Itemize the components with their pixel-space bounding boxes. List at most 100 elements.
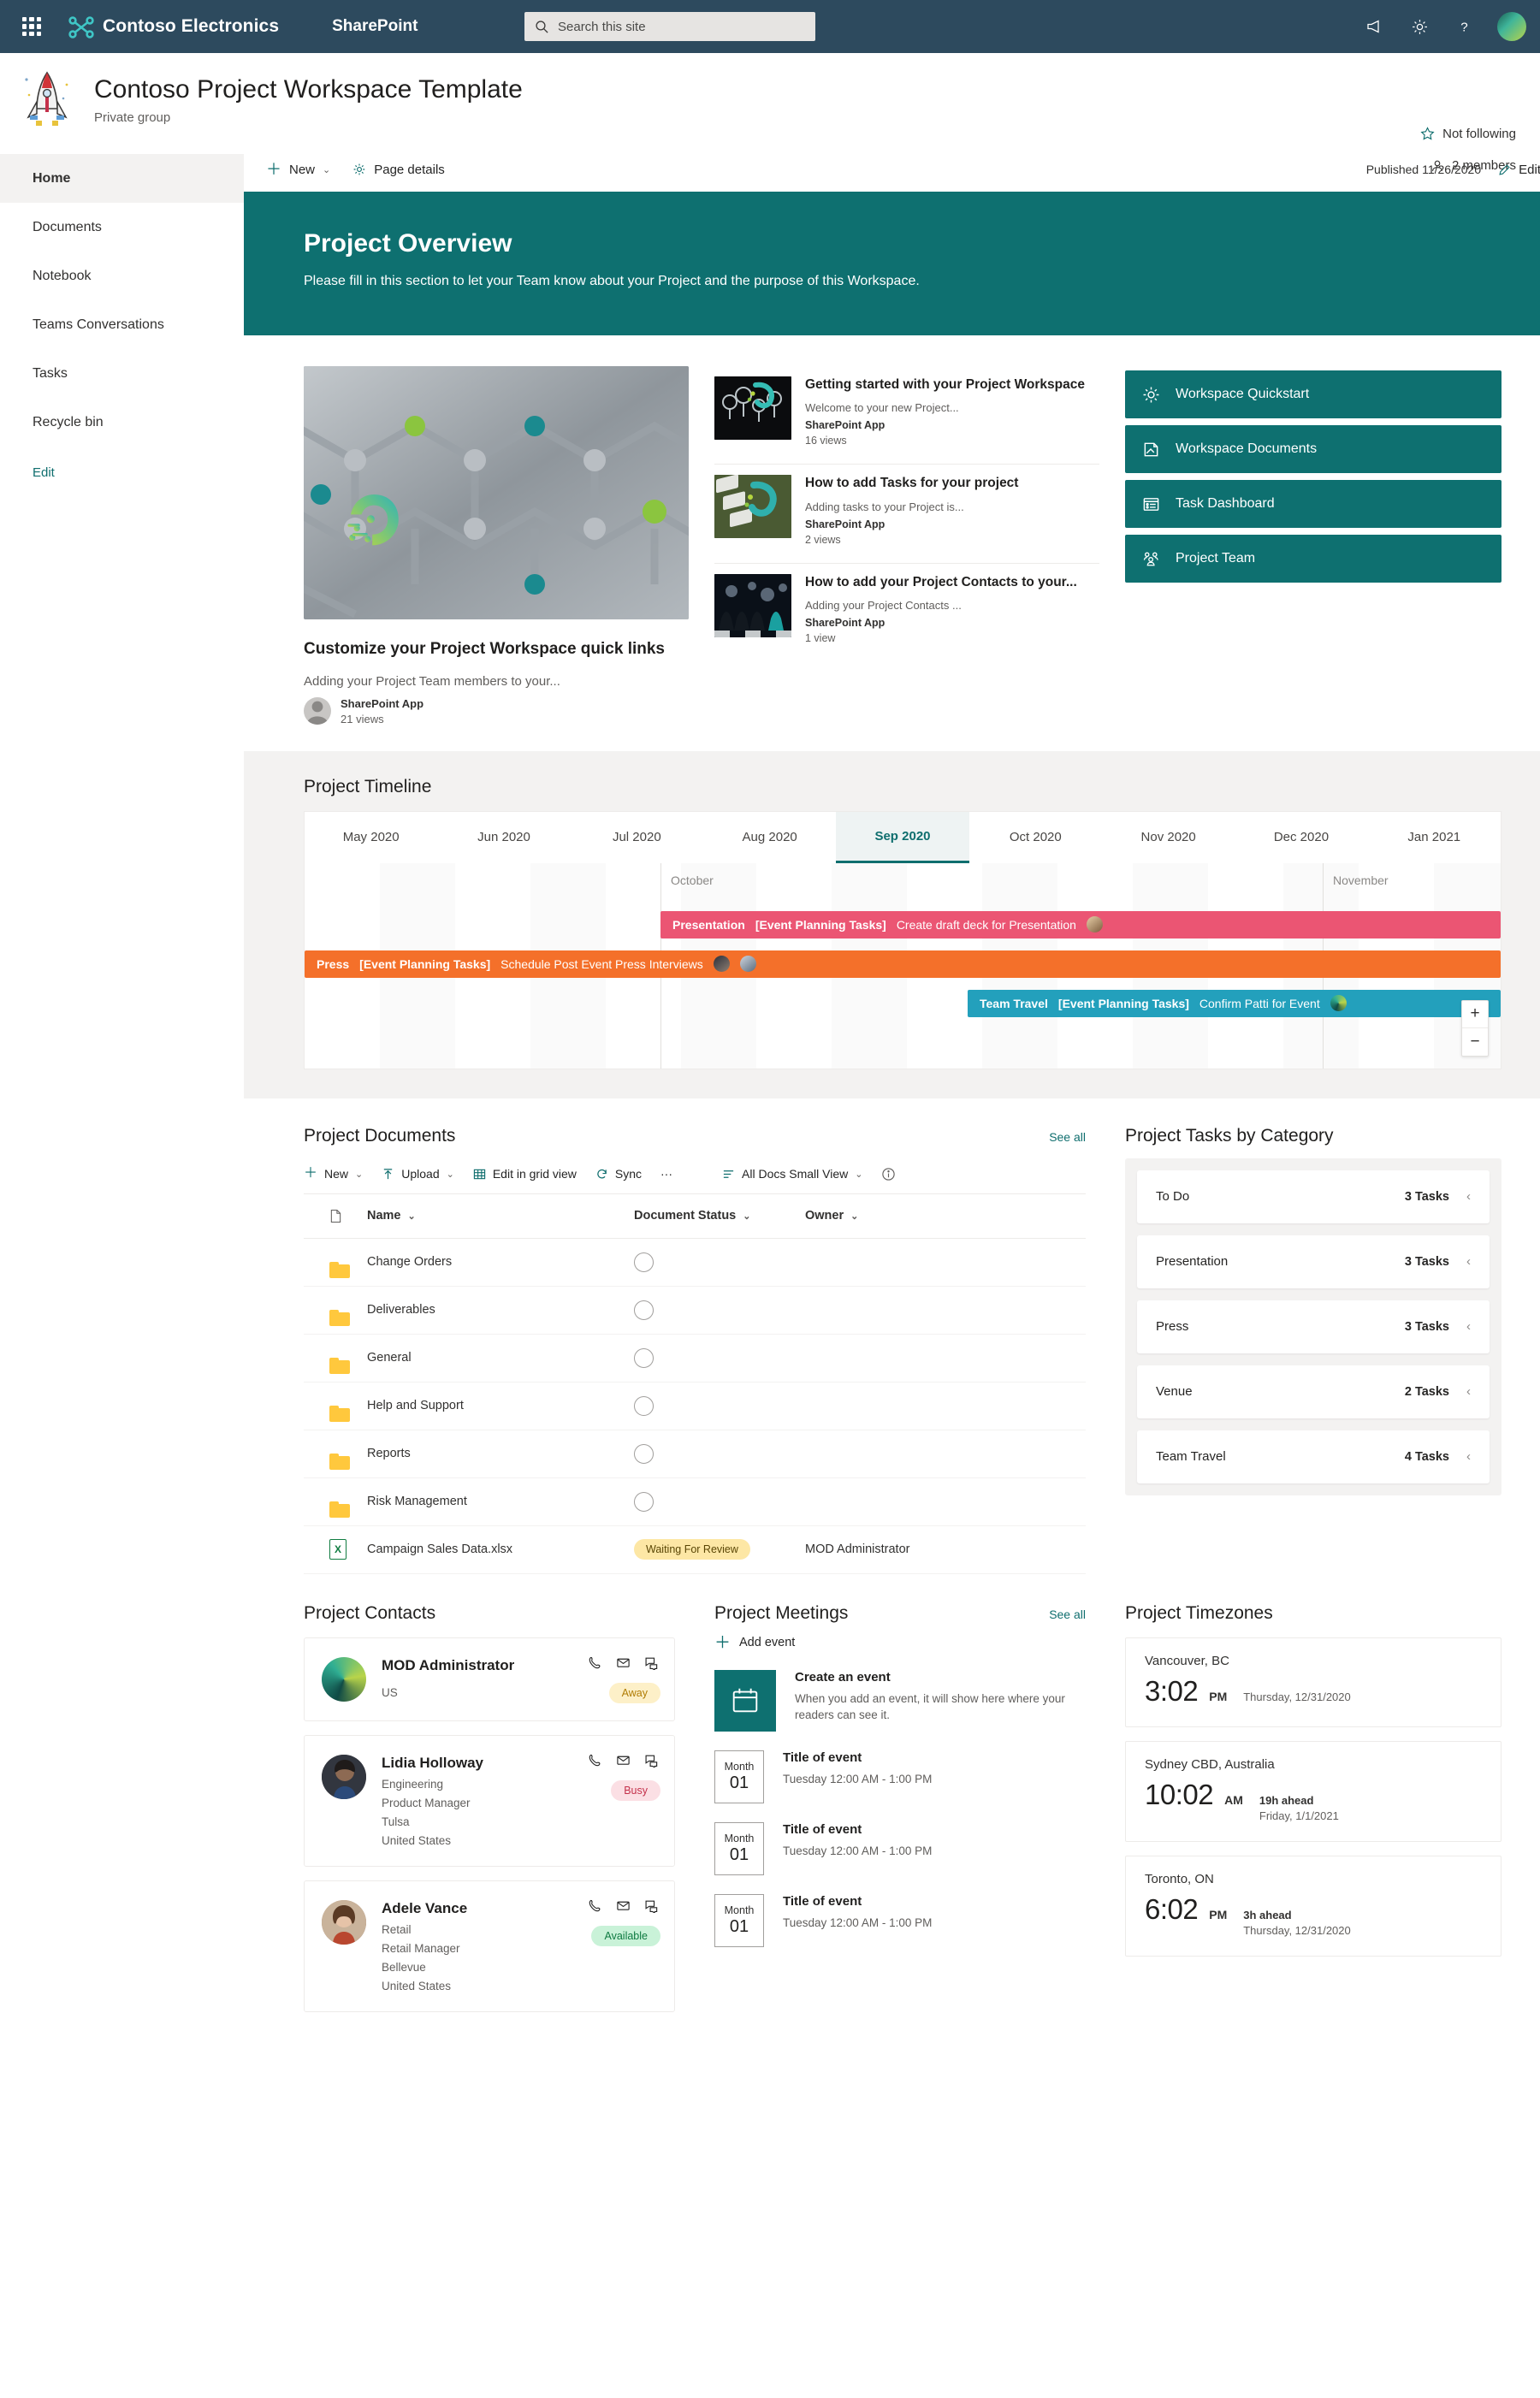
phone-icon[interactable] [588, 1753, 602, 1767]
quicklink-project-team[interactable]: Project Team [1125, 535, 1502, 583]
timeline-month[interactable]: May 2020 [305, 812, 437, 863]
table-row[interactable]: Change Orders [304, 1239, 1086, 1287]
app-launcher-icon[interactable] [19, 14, 44, 39]
news-item[interactable]: Getting started with your Project Worksp… [714, 366, 1099, 465]
sidebar-item-tasks[interactable]: Tasks [0, 349, 244, 398]
doc-new-button[interactable]: ＋ New ⌄ [304, 1167, 363, 1181]
table-row[interactable]: Risk Management [304, 1478, 1086, 1526]
doc-sync-button[interactable]: Sync [595, 1167, 642, 1181]
phone-icon[interactable] [588, 1655, 602, 1670]
sidebar-item-recycle-bin[interactable]: Recycle bin [0, 398, 244, 447]
timeline-month[interactable]: Jul 2020 [571, 812, 703, 863]
timezone-day: Thursday, 12/31/2020 [1243, 1924, 1351, 1937]
sidebar-edit-link[interactable]: Edit [0, 465, 244, 480]
meetings-see-all-link[interactable]: See all [1049, 1608, 1086, 1621]
documents-see-all-link[interactable]: See all [1049, 1130, 1086, 1144]
doc-view-selector[interactable]: All Docs Small View ⌄ [722, 1167, 862, 1181]
sidebar-item-label: Notebook [33, 269, 92, 284]
table-row[interactable]: Reports [304, 1430, 1086, 1478]
timeline-bar-team-travel[interactable]: Team Travel [Event Planning Tasks] Confi… [968, 990, 1501, 1017]
zoom-in-button[interactable]: + [1462, 1001, 1488, 1028]
task-category-press[interactable]: Press 3 Tasks ‹ [1137, 1300, 1490, 1353]
hero-news-card[interactable]: Customize your Project Workspace quick l… [304, 366, 689, 725]
table-row[interactable]: X Campaign Sales Data.xlsx Waiting For R… [304, 1526, 1086, 1574]
quicklink-task-dashboard[interactable]: Task Dashboard [1125, 480, 1502, 528]
megaphone-icon[interactable] [1364, 15, 1386, 38]
doc-grid-view-label: Edit in grid view [493, 1167, 577, 1181]
contact-card-lidia-holloway[interactable]: Lidia Holloway Engineering Product Manag… [304, 1735, 675, 1867]
column-header-document-status[interactable]: Document Status ⌄ [634, 1209, 805, 1223]
project-meetings-webpart: Project Meetings See all ＋ Add event Cre… [714, 1603, 1086, 2012]
meeting-item[interactable]: Month 01 Title of event Tuesday 12:00 AM… [714, 1822, 1086, 1875]
zoom-out-button[interactable]: − [1462, 1028, 1488, 1056]
doc-grid-view-button[interactable]: Edit in grid view [473, 1167, 577, 1181]
chat-icon[interactable] [644, 1753, 659, 1767]
timeline-month[interactable]: Oct 2020 [969, 812, 1102, 863]
chevron-left-icon[interactable]: ‹ [1466, 1384, 1471, 1399]
chevron-left-icon[interactable]: ‹ [1466, 1254, 1471, 1269]
contact-card-mod-administrator[interactable]: MOD Administrator US [304, 1637, 675, 1721]
meeting-placeholder[interactable]: Create an event When you add an event, i… [714, 1670, 1086, 1732]
column-header-owner[interactable]: Owner ⌄ [805, 1209, 1086, 1223]
table-row[interactable]: Help and Support [304, 1383, 1086, 1430]
timeline-grid[interactable]: October November Presentation [Event Pla… [305, 863, 1501, 1069]
doc-more-button[interactable]: ··· [660, 1167, 672, 1181]
sidebar-item-documents[interactable]: Documents [0, 203, 244, 252]
contact-card-adele-vance[interactable]: Adele Vance Retail Retail Manager Bellev… [304, 1880, 675, 2012]
sidebar-item-home[interactable]: Home [0, 154, 244, 203]
follow-button[interactable]: Not following [1420, 127, 1516, 141]
page-details-button[interactable]: Page details [352, 163, 445, 177]
help-icon[interactable]: ? [1453, 15, 1475, 38]
timeline-month[interactable]: Nov 2020 [1102, 812, 1235, 863]
hero-news-title: Customize your Project Workspace quick l… [304, 638, 689, 660]
task-category-venue[interactable]: Venue 2 Tasks ‹ [1137, 1365, 1490, 1418]
timeline-month[interactable]: Dec 2020 [1235, 812, 1367, 863]
gear-icon[interactable] [1408, 15, 1430, 38]
new-button[interactable]: ＋ New ⌄ [266, 162, 330, 177]
column-label: Document Status [634, 1209, 736, 1223]
task-category-presentation[interactable]: Presentation 3 Tasks ‹ [1137, 1235, 1490, 1288]
mail-icon[interactable] [616, 1655, 631, 1670]
sidebar-item-teams-conversations[interactable]: Teams Conversations [0, 300, 244, 349]
column-header-name[interactable]: Name ⌄ [367, 1209, 634, 1223]
quicklink-workspace-documents[interactable]: Workspace Documents [1125, 425, 1502, 473]
suite-app-name[interactable]: SharePoint [332, 17, 418, 36]
chevron-left-icon[interactable]: ‹ [1466, 1319, 1471, 1334]
edit-page-button[interactable]: Edit [1498, 163, 1540, 177]
status-badge: Busy [611, 1780, 660, 1801]
quicklink-workspace-quickstart[interactable]: Workspace Quickstart [1125, 370, 1502, 418]
timeline-month-current[interactable]: Sep 2020 [836, 812, 968, 863]
chat-icon[interactable] [644, 1655, 659, 1670]
doc-info-button[interactable] [881, 1167, 896, 1181]
timeline-month[interactable]: Jan 2021 [1368, 812, 1501, 863]
brand[interactable]: Contoso Electronics [67, 15, 279, 38]
timeline-month[interactable]: Aug 2020 [703, 812, 836, 863]
chevron-left-icon[interactable]: ‹ [1466, 1449, 1471, 1464]
add-event-button[interactable]: ＋ Add event [714, 1635, 1086, 1651]
sidebar-item-notebook[interactable]: Notebook [0, 252, 244, 300]
user-avatar[interactable] [1497, 12, 1526, 41]
timeline-month[interactable]: Jun 2020 [437, 812, 570, 863]
project-documents-webpart: Project Documents See all ＋ New ⌄ [304, 1126, 1086, 1574]
chat-icon[interactable] [644, 1898, 659, 1913]
news-item[interactable]: How to add your Project Contacts to your… [714, 564, 1099, 661]
timeline-bar-presentation[interactable]: Presentation [Event Planning Tasks] Crea… [660, 911, 1501, 938]
task-category-team-travel[interactable]: Team Travel 4 Tasks ‹ [1137, 1430, 1490, 1483]
meeting-item[interactable]: Month 01 Title of event Tuesday 12:00 AM… [714, 1894, 1086, 1947]
chevron-left-icon[interactable]: ‹ [1466, 1189, 1471, 1204]
search-input[interactable]: Search this site [524, 12, 815, 41]
doc-upload-button[interactable]: Upload ⌄ [382, 1167, 454, 1181]
table-row[interactable]: General [304, 1335, 1086, 1383]
meeting-placeholder-description: When you add an event, it will show here… [795, 1690, 1086, 1724]
mail-icon[interactable] [616, 1753, 631, 1767]
task-category-to-do[interactable]: To Do 3 Tasks ‹ [1137, 1170, 1490, 1223]
timeline-bar-press[interactable]: Press [Event Planning Tasks] Schedule Po… [305, 950, 1501, 978]
phone-icon[interactable] [588, 1898, 602, 1913]
status-badge: Waiting For Review [634, 1539, 750, 1560]
table-row[interactable]: Deliverables [304, 1287, 1086, 1335]
meeting-item[interactable]: Month 01 Title of event Tuesday 12:00 AM… [714, 1750, 1086, 1803]
status-empty-circle [634, 1348, 654, 1368]
mail-icon[interactable] [616, 1898, 631, 1913]
news-item[interactable]: How to add Tasks for your project Adding… [714, 465, 1099, 563]
timezone-time: 6:02 [1145, 1893, 1198, 1926]
